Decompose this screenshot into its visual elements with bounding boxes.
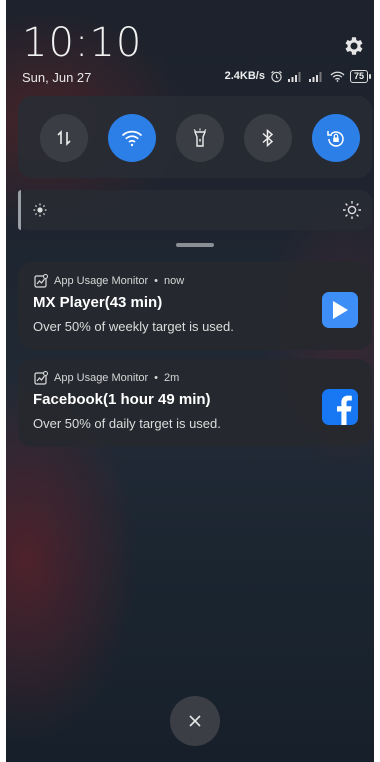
gear-icon[interactable] <box>342 34 366 58</box>
wifi-icon <box>121 130 143 147</box>
flashlight-icon <box>193 128 207 147</box>
notification-app-name: App Usage Monitor <box>54 275 149 287</box>
notification-time: now <box>164 275 185 287</box>
bluetooth-toggle[interactable] <box>244 114 292 162</box>
date-label: Sun, Jun 27 <box>22 70 92 85</box>
app-usage-monitor-icon <box>34 274 48 288</box>
mobile-data-toggle[interactable] <box>40 114 88 162</box>
wifi-toggle[interactable] <box>108 114 156 162</box>
clock: 10:10 <box>22 20 143 66</box>
notification-body: Over 50% of daily target is used. <box>33 416 221 431</box>
notification-title: Facebook(1 hour 49 min) <box>33 391 211 408</box>
notification-body: Over 50% of weekly target is used. <box>33 319 234 334</box>
notification-time: 2m <box>164 372 180 384</box>
mobile-data-icon <box>57 130 71 146</box>
status-icons: 2.4KB/s 75 <box>224 68 372 84</box>
close-icon <box>189 715 201 727</box>
brightness-high-icon <box>342 200 362 225</box>
alarm-icon <box>270 70 283 83</box>
notification-shade: 10:10 Sun, Jun 27 2.4KB/s 75 App Usage M… <box>6 0 374 762</box>
rotation-lock-toggle[interactable] <box>312 114 360 162</box>
mx-player-icon <box>322 292 358 328</box>
notification-title: MX Player(43 min) <box>33 294 163 311</box>
network-speed: 2.4KB/s <box>224 70 265 82</box>
notification-header: App Usage Monitor • now <box>34 274 184 288</box>
rotation-lock-icon <box>327 131 344 147</box>
signal-icon <box>287 71 304 82</box>
brightness-slider[interactable] <box>18 190 372 230</box>
separator-dot: • <box>154 275 159 287</box>
brightness-low-icon <box>32 202 48 223</box>
wifi-status-icon <box>330 71 345 82</box>
separator-dot: • <box>154 372 159 384</box>
battery-indicator: 75 <box>349 69 372 83</box>
quick-settings-panel <box>18 96 372 178</box>
drag-handle[interactable] <box>176 243 214 247</box>
flashlight-toggle[interactable] <box>176 114 224 162</box>
notification-card[interactable]: App Usage Monitor • 2m Facebook(1 hour 4… <box>18 359 372 447</box>
notification-app-name: App Usage Monitor <box>54 372 149 384</box>
clear-all-button[interactable] <box>170 696 220 746</box>
notification-card[interactable]: App Usage Monitor • now MX Player(43 min… <box>18 262 372 350</box>
brightness-track-fill <box>18 190 21 230</box>
facebook-icon <box>322 389 358 425</box>
signal-icon-2 <box>308 71 325 82</box>
bluetooth-icon <box>262 128 274 148</box>
app-usage-monitor-icon <box>34 371 48 385</box>
notification-header: App Usage Monitor • 2m <box>34 371 179 385</box>
